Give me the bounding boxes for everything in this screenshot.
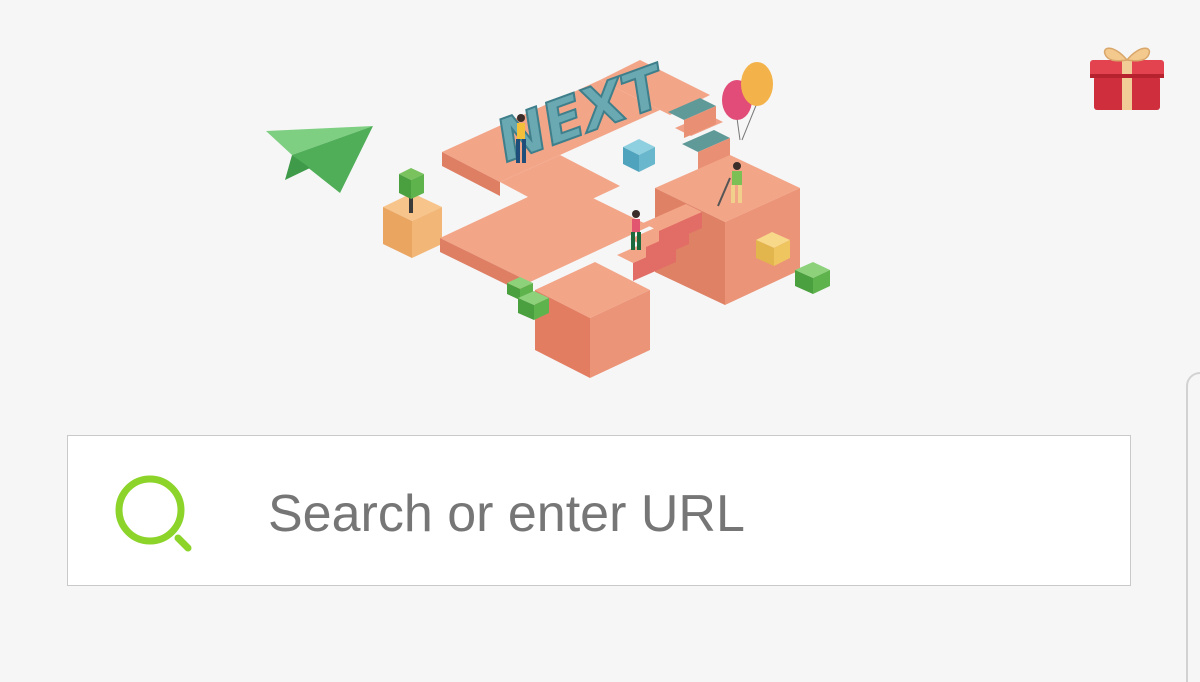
hero-illustration: NEXT xyxy=(266,50,830,378)
balloons-icon xyxy=(722,62,773,141)
search-placeholder[interactable]: Search or enter URL xyxy=(268,478,745,550)
gift-box-icon[interactable] xyxy=(1086,34,1168,114)
paper-plane-icon xyxy=(266,126,373,193)
edge-panel-handle[interactable] xyxy=(1186,372,1200,682)
teal-cube xyxy=(623,139,655,172)
orange-block xyxy=(383,168,442,258)
search-icon[interactable] xyxy=(112,472,196,556)
front-block xyxy=(535,262,650,378)
